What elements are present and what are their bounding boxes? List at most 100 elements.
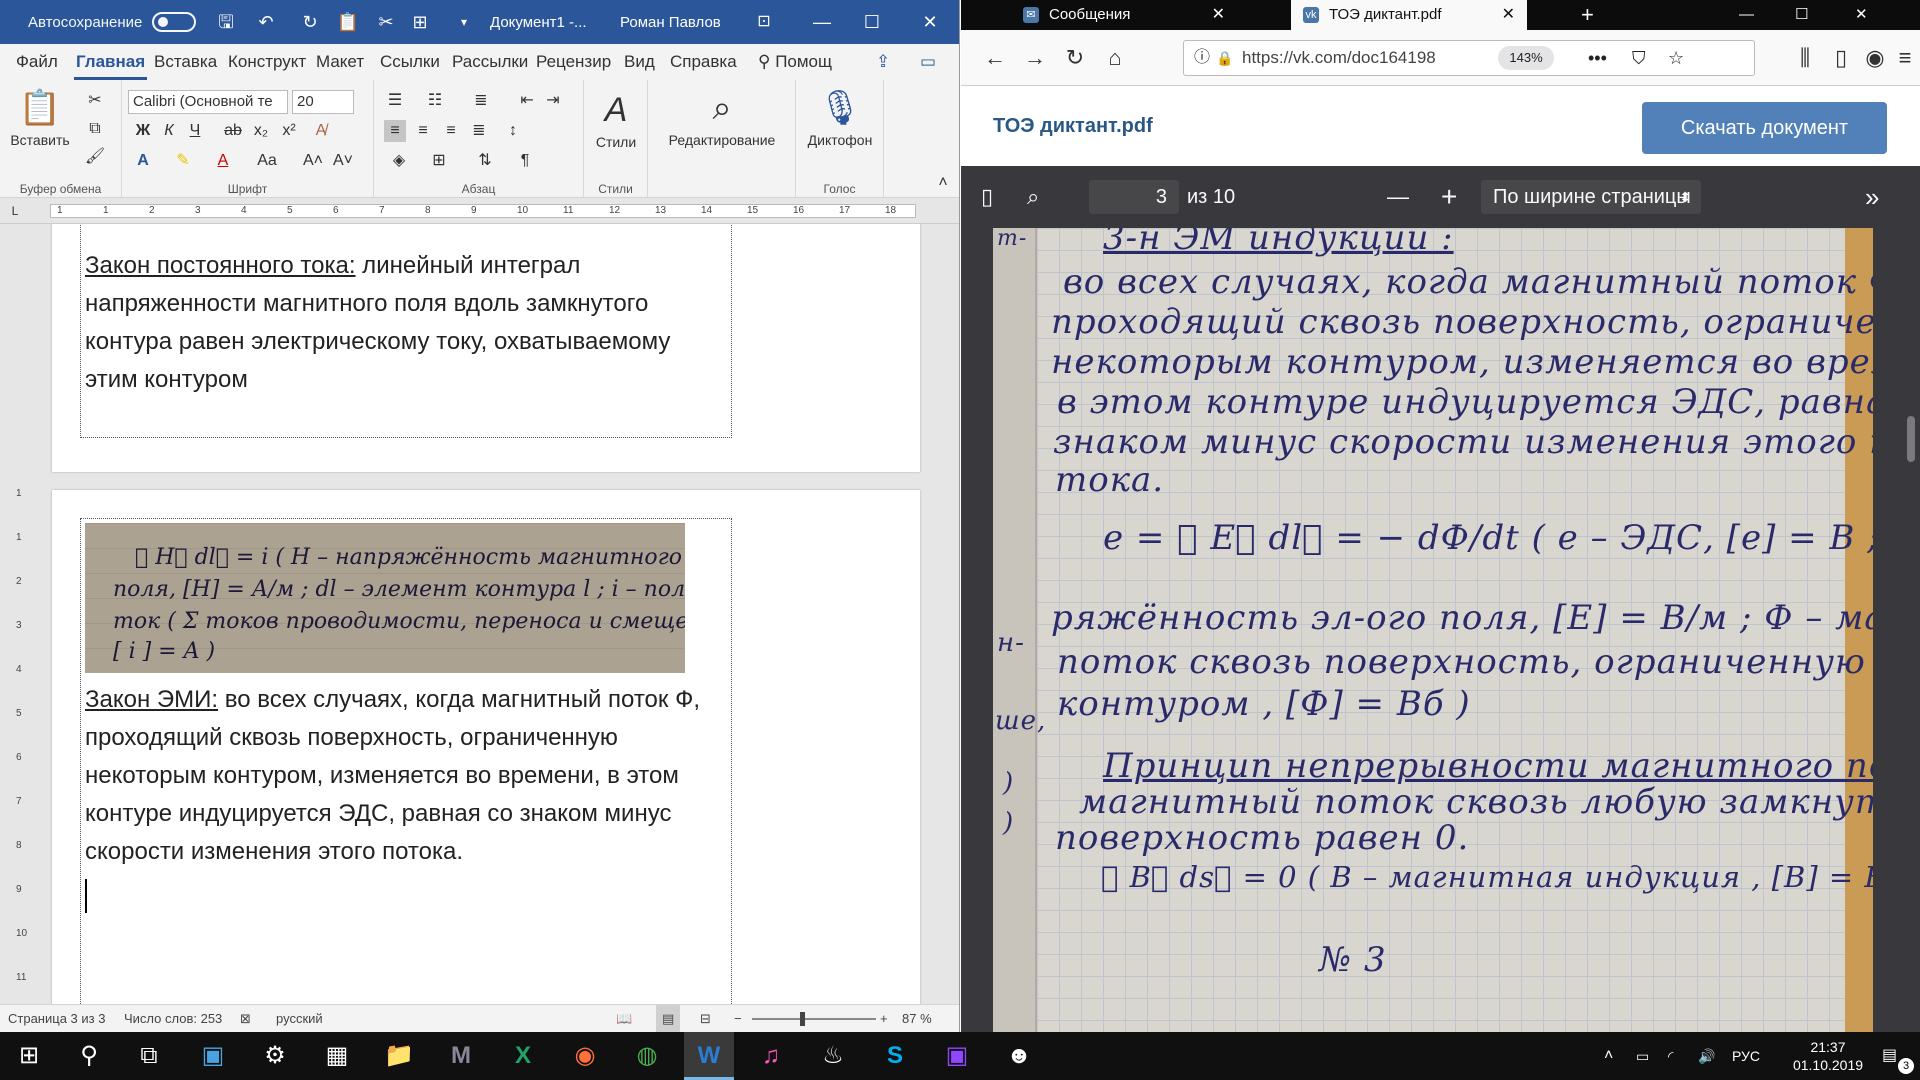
autosave-toggle[interactable]: Автосохранение [28, 0, 197, 44]
windows-start-icon[interactable]: ⊞ [4, 1032, 54, 1080]
subscript-icon[interactable]: x₂ [250, 120, 272, 142]
editing-button[interactable]: ⌕ Редактирование [648, 88, 796, 148]
new-tab-icon[interactable]: + [1581, 0, 1594, 30]
align-center-icon[interactable]: ≡ [412, 120, 434, 142]
proofing-icon[interactable]: ⊠ [240, 1005, 251, 1032]
tab-help[interactable]: Справка [668, 44, 739, 80]
wifi-icon[interactable]: ◜ [1668, 1032, 1673, 1080]
paragraph-emi-law[interactable]: Закон ЭМИ: во всех случаях, когда магнит… [85, 681, 725, 871]
grow-font-icon[interactable]: A˄ [302, 150, 324, 172]
document-area[interactable]: 1 1 2 3 4 5 6 7 8 9 10 11 Закон постоянного тока: л… [14, 224, 959, 1004]
tab-references[interactable]: Ссылки [378, 44, 442, 80]
firefox-icon[interactable]: ◉ [560, 1032, 610, 1080]
skype-icon[interactable]: S [870, 1032, 920, 1080]
close-tab-icon[interactable]: ✕ [1212, 0, 1225, 30]
tab-selector-icon[interactable]: L [4, 200, 26, 222]
close-icon[interactable]: ✕ [906, 0, 954, 44]
tab-pdf[interactable]: vk ТОЭ диктант.pdf ✕ [1291, 0, 1527, 30]
home-icon[interactable]: ⌂ [1101, 44, 1129, 72]
align-right-icon[interactable]: ≡ [440, 120, 462, 142]
menu-icon[interactable]: ≡ [1891, 44, 1919, 72]
file-explorer-icon[interactable]: 📁 [374, 1032, 424, 1080]
excel-icon[interactable]: X [498, 1032, 548, 1080]
tab-file[interactable]: Файл [14, 44, 60, 80]
maximize-icon[interactable]: ☐ [848, 0, 896, 44]
account-icon[interactable]: ◉ [1861, 44, 1889, 72]
sort-icon[interactable]: ⇅ [474, 150, 496, 172]
calculator-icon[interactable]: ▦ [312, 1032, 362, 1080]
table-cell[interactable]: Закон постоянного тока: линейный интегра… [80, 224, 732, 438]
pocket-icon[interactable]: ⛉ [1632, 41, 1646, 75]
steam-icon[interactable]: ♨ [808, 1032, 858, 1080]
tab-review[interactable]: Рецензир [534, 44, 613, 80]
task-view-icon[interactable]: ⧉ [124, 1032, 174, 1080]
reload-icon[interactable]: ↻ [1061, 44, 1089, 72]
italic-icon[interactable]: К [158, 120, 180, 142]
highlight-icon[interactable]: ✎ [172, 150, 194, 172]
sidebar-toggle-icon[interactable]: ▯ [981, 182, 993, 212]
tab-home[interactable]: Главная [74, 44, 148, 80]
align-left-icon[interactable]: ≡ [384, 120, 406, 142]
page-number-input[interactable]: 3 [1089, 180, 1179, 214]
show-hidden-icons-icon[interactable]: ˄ [1604, 1032, 1613, 1080]
font-size-select[interactable]: 20 [292, 90, 354, 114]
word-icon[interactable]: W [684, 1032, 734, 1080]
superscript-icon[interactable]: x² [278, 120, 300, 142]
paragraph-dc-law[interactable]: Закон постоянного тока: линейный интегра… [85, 247, 725, 399]
bookmark-star-icon[interactable]: ☆ [1668, 41, 1684, 75]
lock-icon[interactable]: 🔒 [1216, 41, 1233, 75]
zoom-in-icon[interactable]: + [1441, 182, 1457, 212]
text-effects-icon[interactable]: A [132, 150, 154, 172]
clear-format-icon[interactable]: A̸ [310, 120, 332, 142]
ribbon-display-icon[interactable]: ⊡ [740, 0, 788, 44]
ruler-scale[interactable]: 1 1 2 3 4 5 6 7 8 9 10 11 12 13 14 15 16 17 18 [50, 204, 916, 218]
notifications-icon[interactable]: ▤ [1882, 1032, 1897, 1080]
pdf-viewer[interactable]: т- н- ше, ) ) 3-н ЭМ индукции : во всех … [961, 228, 1920, 1032]
minimize-icon[interactable]: — [1739, 0, 1754, 30]
page-3[interactable]: ∮ H⃗ dl⃗ = i ( H – напряжённость магнитн… [52, 490, 920, 1004]
zoom-out-icon[interactable]: − [734, 1005, 742, 1032]
app-panda-icon[interactable]: ☻ [994, 1032, 1044, 1080]
bullets-icon[interactable]: ☰ [384, 90, 406, 112]
keyboard-language[interactable]: РУС [1732, 1032, 1760, 1080]
comments-icon[interactable]: ▭ [918, 44, 938, 80]
font-name-select[interactable]: Calibri (Основной те [128, 90, 288, 114]
download-button[interactable]: Скачать документ [1642, 102, 1887, 154]
page-count[interactable]: Страница 3 из 3 [8, 1005, 105, 1032]
url-text[interactable]: https://vk.com/doc164198 [1242, 41, 1436, 75]
decrease-indent-icon[interactable]: ⇤ [516, 90, 538, 112]
share-icon[interactable]: ⇪ [874, 44, 892, 80]
copy-icon[interactable]: ⧉ [84, 118, 106, 140]
collapse-ribbon-icon[interactable]: ˄ [932, 172, 954, 194]
styles-button[interactable]: A Стили [584, 90, 648, 150]
dictate-button[interactable]: 🎙 Диктофон [796, 88, 884, 148]
zoom-slider[interactable] [752, 1018, 876, 1020]
horizontal-ruler[interactable]: L 1 1 2 3 4 5 6 7 8 9 10 11 12 13 14 15 16 17 18 [0, 198, 959, 224]
handwriting-image[interactable]: ∮ H⃗ dl⃗ = i ( H – напряжённость магнитн… [85, 523, 685, 673]
info-icon[interactable]: ⓘ [1194, 41, 1210, 75]
underline-icon[interactable]: Ч [184, 120, 206, 142]
clipboard-icon[interactable]: 📋 [336, 10, 360, 34]
undo-icon[interactable]: ↶ [254, 10, 278, 34]
pdf-page-image[interactable]: т- н- ше, ) ) 3-н ЭМ индукции : во всех … [993, 228, 1873, 1032]
zoom-level[interactable]: 87 % [902, 1005, 932, 1032]
strikethrough-icon[interactable]: ab [222, 120, 244, 142]
paste-button[interactable]: 📋 Вставить [10, 88, 70, 148]
increase-indent-icon[interactable]: ⇥ [542, 90, 564, 112]
zoom-slider-thumb[interactable] [800, 1012, 805, 1026]
tab-design[interactable]: Конструкт [226, 44, 308, 80]
search-icon[interactable]: ⌕ [1027, 182, 1039, 212]
tab-layout[interactable]: Макет [314, 44, 366, 80]
zoom-badge[interactable]: 143% [1498, 46, 1554, 70]
print-layout-icon[interactable]: ▤ [656, 1005, 681, 1032]
shading-icon[interactable]: ◈ [388, 150, 410, 172]
forward-icon[interactable]: → [1021, 44, 1049, 72]
cut-icon[interactable]: ✂ [84, 90, 106, 112]
sidebar-icon[interactable]: ▯ [1827, 44, 1855, 72]
multilevel-list-icon[interactable]: ≣ [470, 90, 492, 112]
close-icon[interactable]: ✕ [1855, 0, 1868, 30]
chrome-icon[interactable]: ◍ [622, 1032, 672, 1080]
tab-messages[interactable]: ✉ Сообщения ✕ [1011, 0, 1237, 30]
tools-icon[interactable]: » [1865, 182, 1879, 212]
shrink-font-icon[interactable]: A˅ [332, 150, 354, 172]
